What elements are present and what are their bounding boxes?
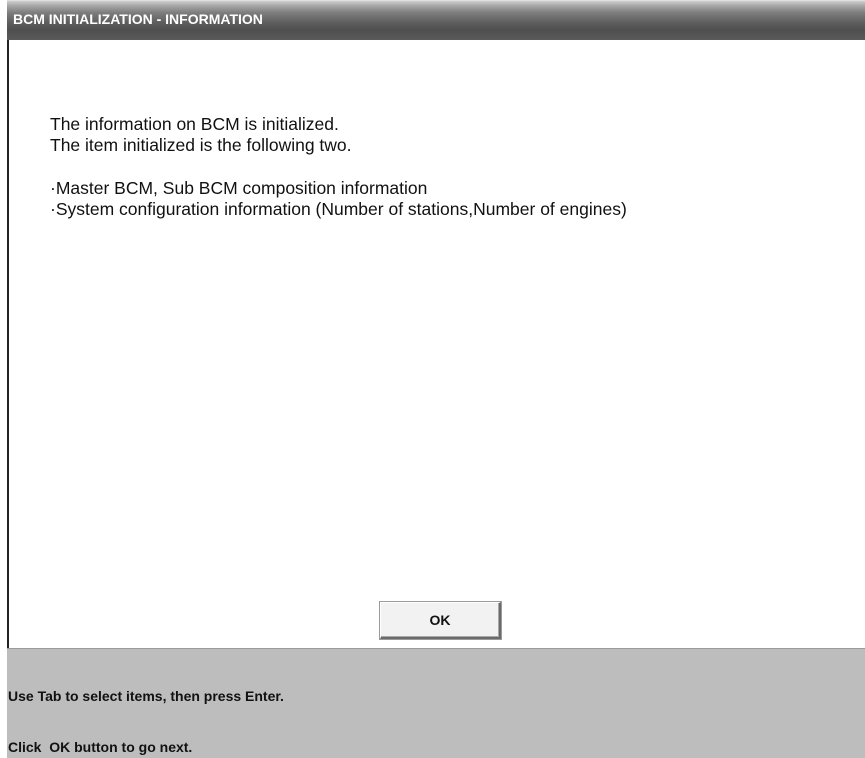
bcm-initialization-window: BCM INITIALIZATION - INFORMATION The inf… (0, 0, 865, 758)
content-panel: The information on BCM is initialized. T… (9, 40, 865, 648)
ok-button[interactable]: OK (380, 602, 501, 639)
window-left-margin (0, 0, 7, 758)
initialized-item-2: ·System configuration information (Numbe… (50, 199, 627, 219)
title-bar: BCM INITIALIZATION - INFORMATION (7, 0, 865, 40)
status-line-1: Use Tab to select items, then press Ente… (8, 688, 284, 704)
status-bar: Use Tab to select items, then press Ente… (7, 648, 865, 758)
message-line-2: The item initialized is the following tw… (50, 135, 352, 155)
initialized-item-1: ·Master BCM, Sub BCM composition informa… (50, 178, 428, 198)
message-line-1: The information on BCM is initialized. (50, 114, 339, 134)
status-help-text: Use Tab to select items, then press Ente… (8, 654, 284, 758)
window-title: BCM INITIALIZATION - INFORMATION (13, 11, 263, 27)
information-message: The information on BCM is initialized. T… (50, 114, 627, 220)
status-line-2: Click OK button to go next. (8, 739, 193, 755)
